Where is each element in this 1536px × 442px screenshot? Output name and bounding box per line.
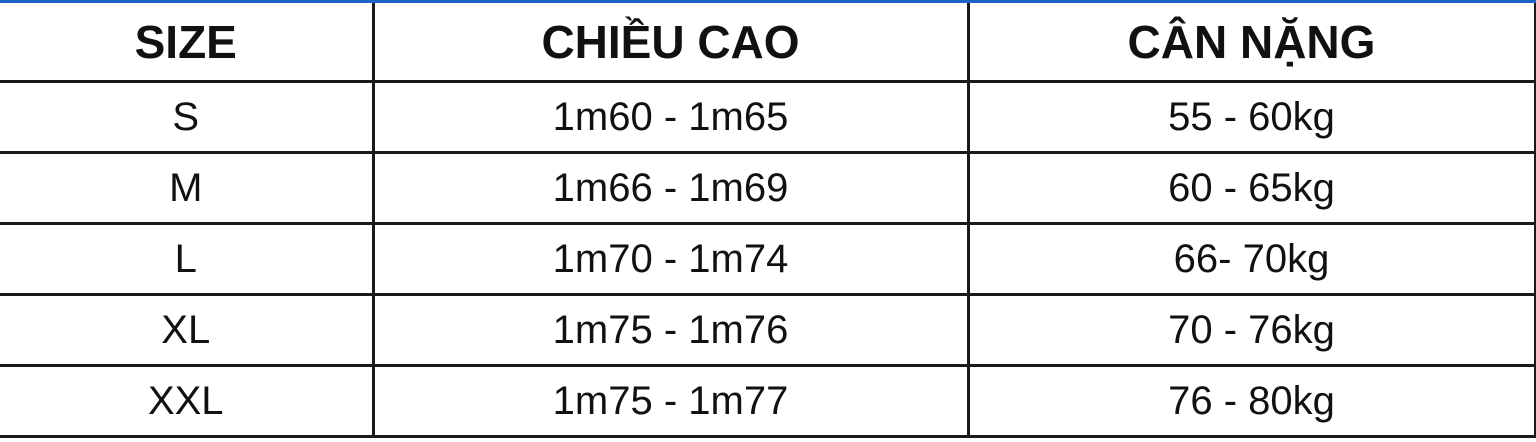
table-row: XL 1m75 - 1m76 70 - 76kg (0, 293, 1536, 367)
cell-height: 1m75 - 1m76 (371, 293, 970, 367)
table-row: XXL 1m75 - 1m77 76 - 80kg (0, 364, 1536, 438)
cell-height: 1m75 - 1m77 (371, 364, 970, 438)
cell-weight: 55 - 60kg (966, 80, 1536, 154)
table-row: S 1m60 - 1m65 55 - 60kg (0, 80, 1536, 154)
cell-size: M (0, 151, 375, 225)
table-row: L 1m70 - 1m74 66- 70kg (0, 222, 1536, 296)
header-size: SIZE (0, 3, 375, 83)
cell-weight: 60 - 65kg (966, 151, 1536, 225)
header-height: CHIỀU CAO (371, 3, 970, 83)
cell-height: 1m66 - 1m69 (371, 151, 970, 225)
size-chart-table: SIZE CHIỀU CAO CÂN NẶNG S 1m60 - 1m65 55… (0, 3, 1536, 438)
table-row: M 1m66 - 1m69 60 - 65kg (0, 151, 1536, 225)
cell-weight: 66- 70kg (966, 222, 1536, 296)
cell-size: S (0, 80, 375, 154)
cell-size: L (0, 222, 375, 296)
cell-weight: 76 - 80kg (966, 364, 1536, 438)
cell-height: 1m70 - 1m74 (371, 222, 970, 296)
cell-size: XL (0, 293, 375, 367)
cell-height: 1m60 - 1m65 (371, 80, 970, 154)
cell-weight: 70 - 76kg (966, 293, 1536, 367)
header-row: SIZE CHIỀU CAO CÂN NẶNG (0, 3, 1536, 83)
header-weight: CÂN NẶNG (966, 3, 1536, 83)
cell-size: XXL (0, 364, 375, 438)
